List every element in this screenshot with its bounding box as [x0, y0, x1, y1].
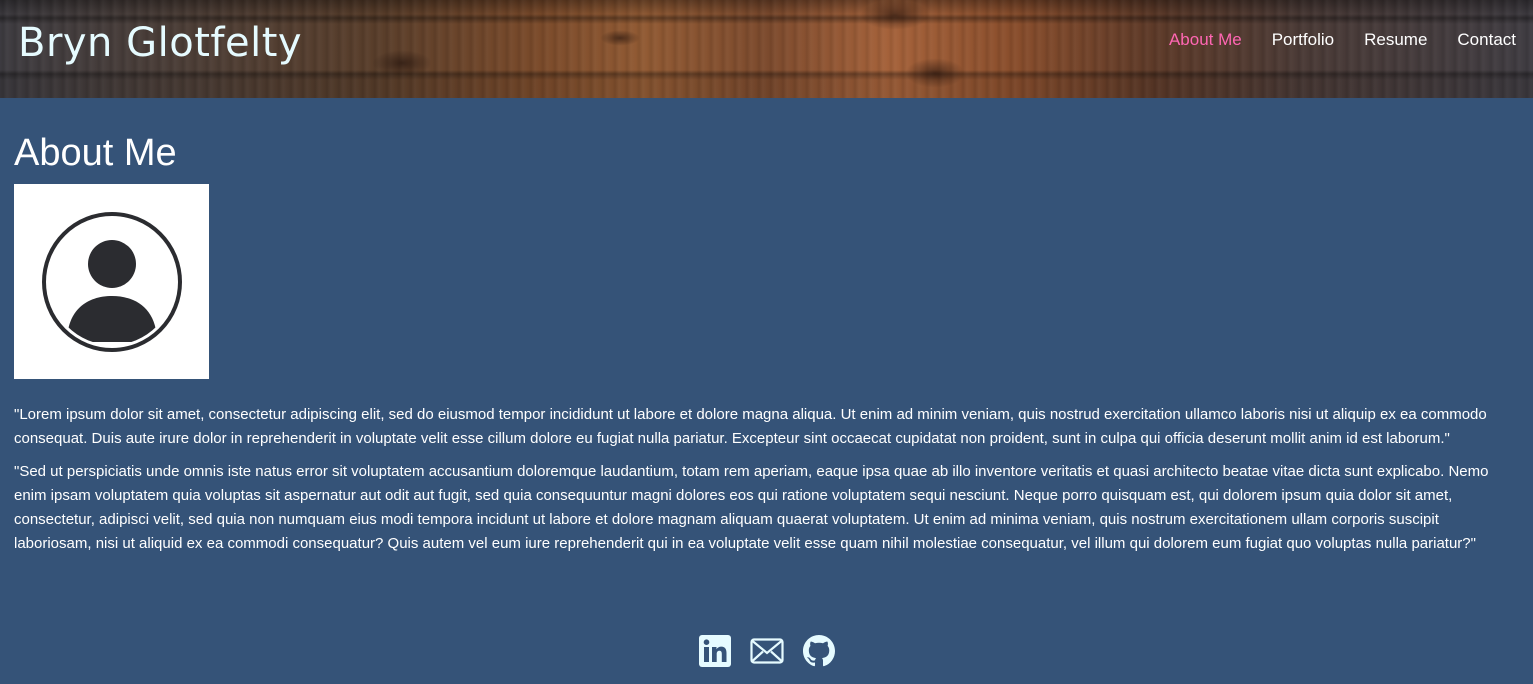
email-icon	[749, 638, 784, 664]
site-header: Bryn Glotfelty About Me Portfolio Resume…	[0, 0, 1533, 98]
nav-resume[interactable]: Resume	[1364, 30, 1427, 50]
linkedin-link[interactable]	[698, 634, 732, 668]
github-icon	[802, 635, 835, 667]
avatar	[14, 184, 209, 379]
main-nav: About Me Portfolio Resume Contact	[1169, 30, 1516, 50]
user-circle-icon	[41, 211, 182, 352]
about-paragraph-2: "Sed ut perspiciatis unde omnis iste nat…	[14, 463, 1489, 552]
email-link[interactable]	[749, 634, 784, 668]
page-title: About Me	[14, 132, 177, 174]
site-brand[interactable]: Bryn Glotfelty	[18, 20, 302, 66]
nav-portfolio[interactable]: Portfolio	[1272, 30, 1334, 50]
github-link[interactable]	[802, 634, 836, 668]
social-links	[0, 634, 1533, 668]
about-paragraph-1: "Lorem ipsum dolor sit amet, consectetur…	[14, 406, 1487, 447]
linkedin-icon	[698, 635, 731, 667]
nav-about-me[interactable]: About Me	[1169, 30, 1242, 50]
main-content: About Me "Lorem ipsum dolor sit amet, co…	[0, 98, 1533, 556]
nav-contact[interactable]: Contact	[1457, 30, 1516, 50]
